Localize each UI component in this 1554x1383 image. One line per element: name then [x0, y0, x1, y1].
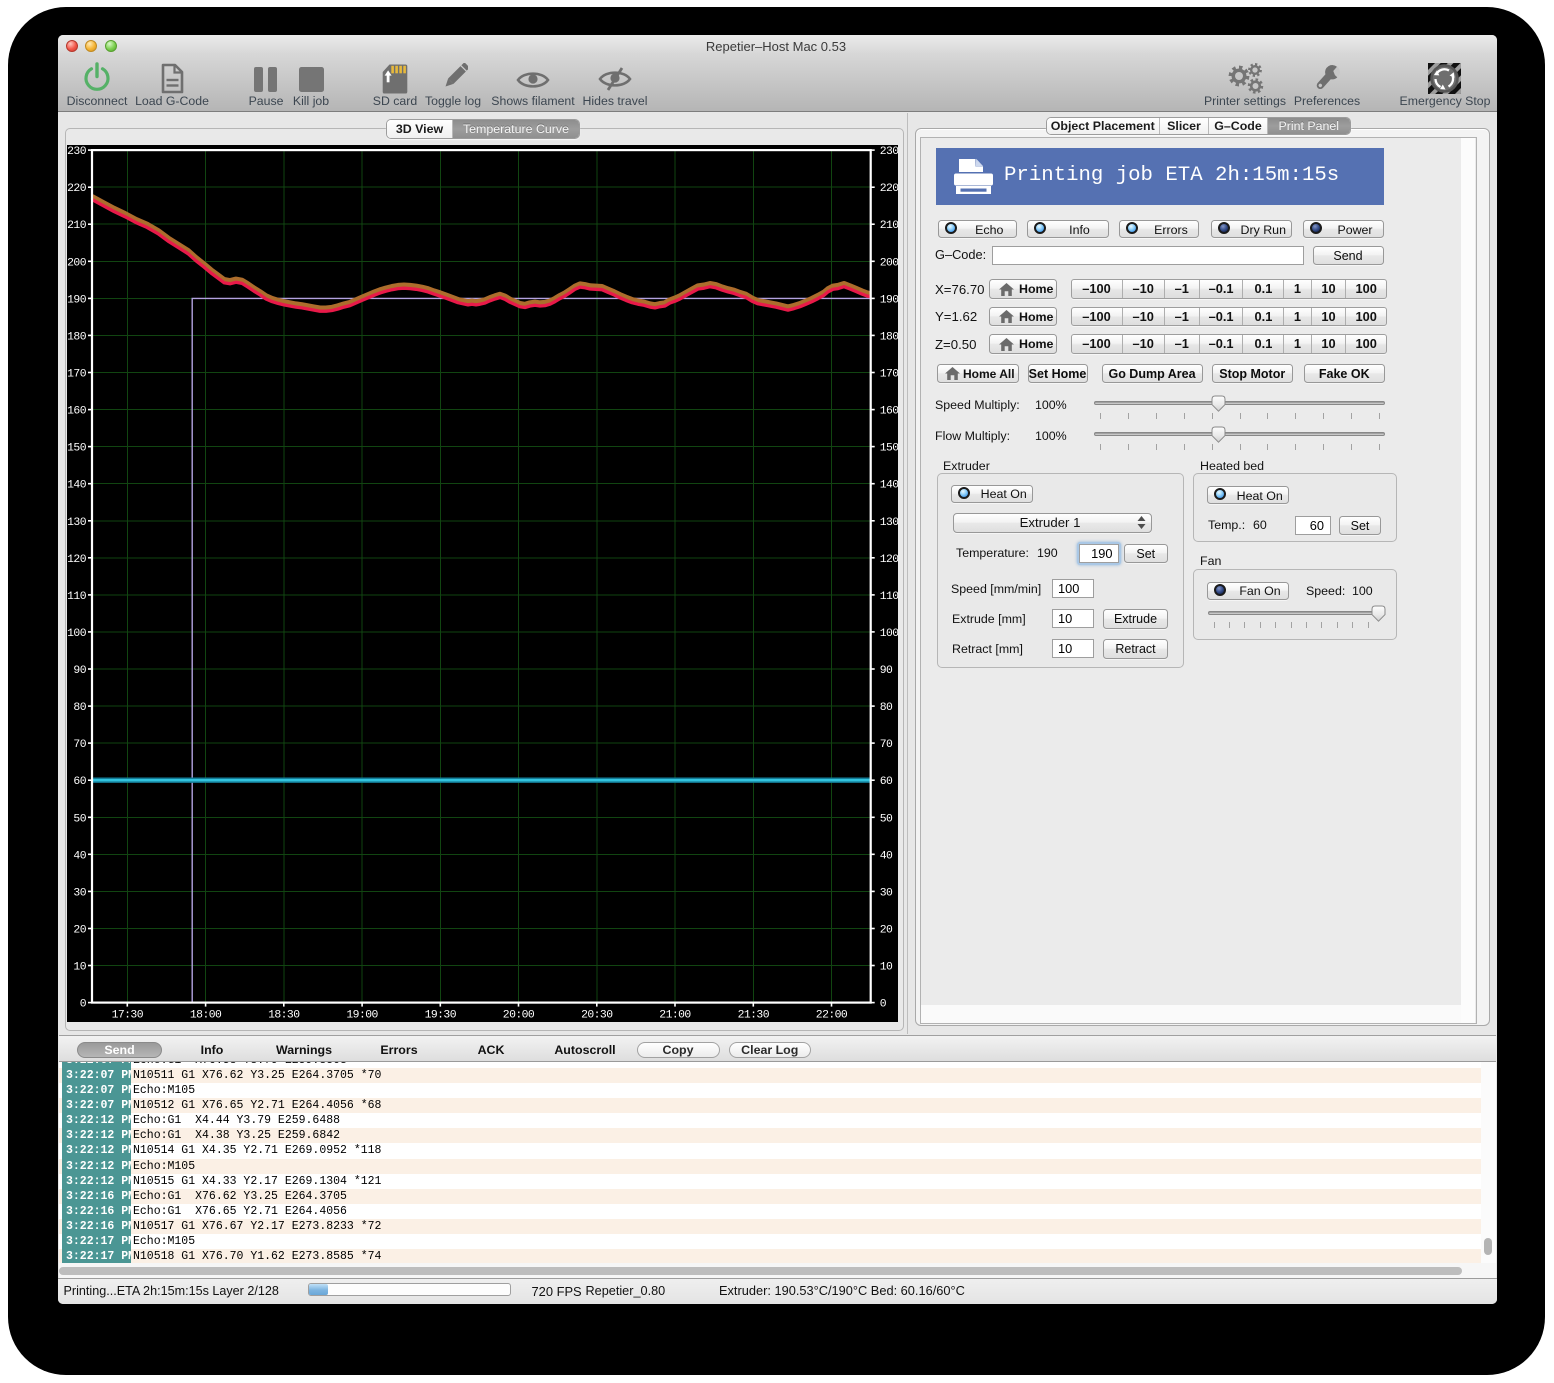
svg-text:70: 70 [880, 739, 893, 751]
svg-text:130: 130 [67, 517, 87, 529]
svg-text:170: 170 [880, 369, 898, 381]
svg-text:50: 50 [880, 813, 893, 825]
svg-text:140: 140 [67, 480, 87, 492]
svg-text:200: 200 [880, 257, 898, 269]
svg-text:19:00: 19:00 [346, 1010, 378, 1022]
svg-text:130: 130 [880, 517, 898, 529]
svg-text:110: 110 [67, 591, 87, 603]
svg-text:30: 30 [73, 887, 86, 899]
svg-text:70: 70 [73, 739, 86, 751]
svg-text:220: 220 [67, 183, 87, 195]
svg-text:150: 150 [67, 443, 87, 455]
svg-text:220: 220 [880, 183, 898, 195]
svg-text:10: 10 [880, 962, 893, 974]
svg-text:20: 20 [73, 925, 86, 937]
svg-text:0: 0 [80, 999, 87, 1011]
svg-text:90: 90 [73, 665, 86, 677]
svg-text:20:30: 20:30 [581, 1010, 613, 1022]
svg-text:120: 120 [67, 554, 87, 566]
svg-text:21:00: 21:00 [659, 1010, 691, 1022]
svg-text:60: 60 [73, 776, 86, 788]
svg-text:18:30: 18:30 [268, 1010, 300, 1022]
svg-text:100: 100 [67, 628, 87, 640]
svg-text:230: 230 [880, 146, 898, 158]
svg-text:140: 140 [880, 480, 898, 492]
svg-text:100: 100 [880, 628, 898, 640]
svg-text:17:30: 17:30 [112, 1010, 144, 1022]
svg-text:40: 40 [73, 850, 86, 862]
svg-text:180: 180 [67, 331, 87, 343]
svg-text:10: 10 [73, 962, 86, 974]
svg-text:80: 80 [880, 702, 893, 714]
svg-text:20: 20 [880, 925, 893, 937]
svg-text:30: 30 [880, 887, 893, 899]
svg-text:90: 90 [880, 665, 893, 677]
svg-text:19:30: 19:30 [425, 1010, 457, 1022]
svg-text:110: 110 [880, 591, 898, 603]
svg-text:210: 210 [880, 220, 898, 232]
svg-text:22:00: 22:00 [816, 1010, 848, 1022]
svg-text:180: 180 [880, 331, 898, 343]
svg-text:190: 190 [880, 294, 898, 306]
svg-text:200: 200 [67, 257, 87, 269]
svg-text:190: 190 [67, 294, 87, 306]
svg-text:210: 210 [67, 220, 87, 232]
svg-text:50: 50 [73, 813, 86, 825]
svg-text:170: 170 [67, 369, 87, 381]
svg-text:18:00: 18:00 [190, 1010, 222, 1022]
svg-text:160: 160 [880, 406, 898, 418]
svg-text:60: 60 [880, 776, 893, 788]
svg-text:0: 0 [880, 999, 887, 1011]
svg-text:160: 160 [67, 406, 87, 418]
svg-text:40: 40 [880, 850, 893, 862]
svg-text:120: 120 [880, 554, 898, 566]
svg-text:80: 80 [73, 702, 86, 714]
svg-text:230: 230 [67, 146, 87, 158]
svg-text:150: 150 [880, 443, 898, 455]
svg-text:21:30: 21:30 [738, 1010, 770, 1022]
svg-text:20:00: 20:00 [503, 1010, 535, 1022]
